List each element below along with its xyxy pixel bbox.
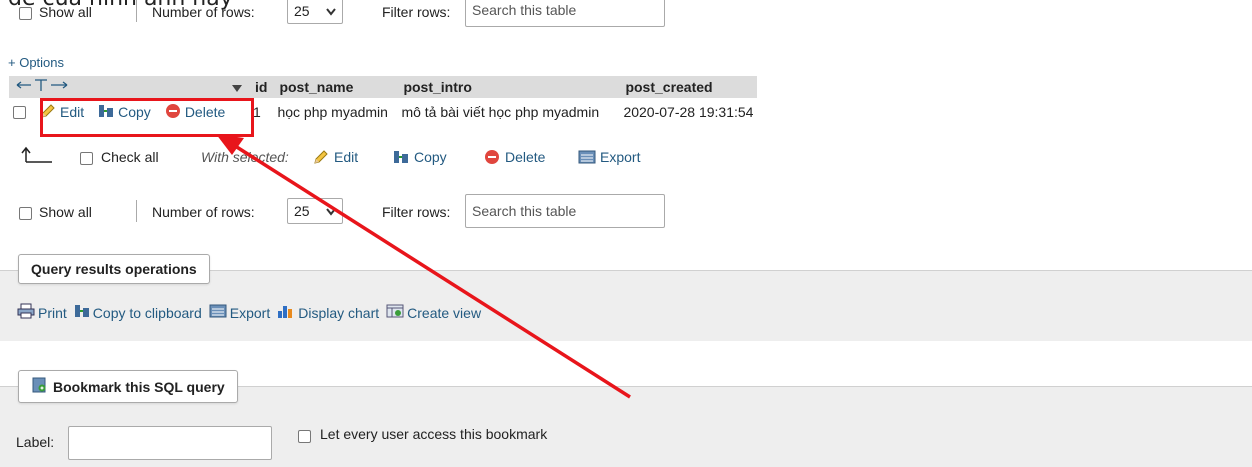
annotation-arrow-line (231, 142, 631, 399)
annotation-arrow-head (216, 134, 244, 155)
annotation-arrow (216, 134, 631, 399)
